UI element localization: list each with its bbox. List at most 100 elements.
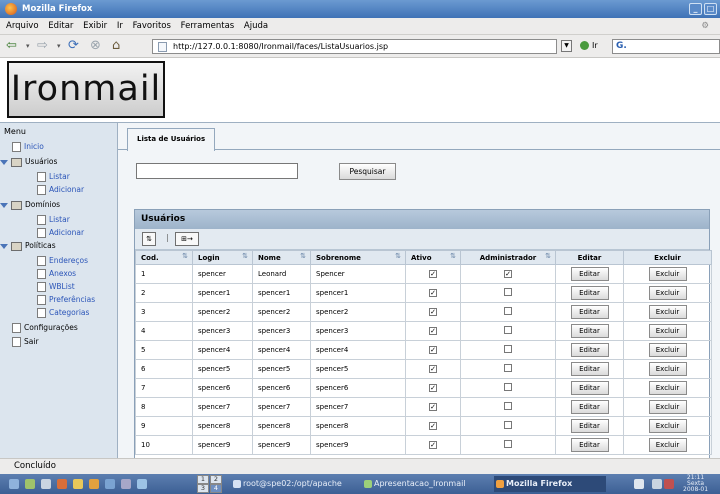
col-sobrenome[interactable]: Sobrenome ⇅ bbox=[310, 250, 406, 265]
back-icon[interactable]: ⇦ bbox=[6, 38, 17, 54]
reload-icon[interactable]: ⟳ bbox=[68, 38, 79, 54]
edit-button[interactable]: Editar bbox=[570, 362, 609, 376]
search-input[interactable] bbox=[136, 163, 298, 179]
checkbox[interactable]: ✓ bbox=[429, 346, 437, 354]
delete-button[interactable]: Excluir bbox=[648, 343, 687, 357]
tray-icon[interactable] bbox=[634, 479, 644, 489]
checkbox[interactable]: ✓ bbox=[429, 289, 437, 297]
edit-button[interactable]: Editar bbox=[570, 324, 609, 338]
col-login[interactable]: Login ⇅ bbox=[192, 250, 253, 265]
sort-icon[interactable]: ⇅ bbox=[142, 232, 156, 246]
browser-icon[interactable] bbox=[73, 479, 83, 489]
back-dropdown-icon[interactable]: ▾ bbox=[26, 38, 30, 54]
delete-button[interactable]: Excluir bbox=[648, 419, 687, 433]
sort-arrow-icon[interactable]: ⇅ bbox=[300, 252, 306, 260]
sidebar-item-listar[interactable]: Listar bbox=[37, 215, 70, 225]
checkbox[interactable]: ✓ bbox=[429, 441, 437, 449]
edit-button[interactable]: Editar bbox=[570, 400, 609, 414]
forward-dropdown-icon[interactable]: ▾ bbox=[57, 38, 61, 54]
sidebar-item-usuarios[interactable]: Usuários bbox=[0, 157, 57, 167]
edit-button[interactable]: Editar bbox=[570, 438, 609, 452]
checkbox[interactable]: ✓ bbox=[429, 327, 437, 335]
sidebar-item-adicionar[interactable]: Adicionar bbox=[37, 185, 84, 195]
col-nome[interactable]: Nome ⇅ bbox=[252, 250, 311, 265]
terminal-icon[interactable] bbox=[41, 479, 51, 489]
search-button[interactable]: Pesquisar bbox=[339, 163, 396, 180]
sort-arrow-icon[interactable]: ⇅ bbox=[182, 252, 188, 260]
delete-button[interactable]: Excluir bbox=[648, 305, 687, 319]
checkbox[interactable]: ✓ bbox=[504, 270, 512, 278]
workspace-4[interactable]: 4 bbox=[210, 484, 222, 493]
sidebar-item-wblist[interactable]: WBList bbox=[37, 282, 75, 292]
sort-arrow-icon[interactable]: ⇅ bbox=[395, 252, 401, 260]
checkbox[interactable]: ✓ bbox=[429, 365, 437, 373]
checkbox[interactable] bbox=[504, 383, 512, 391]
sidebar-item-anexos[interactable]: Anexos bbox=[37, 269, 76, 279]
col-administrador[interactable]: Administrador ⇅ bbox=[460, 250, 556, 265]
menu-editar[interactable]: Editar bbox=[48, 21, 73, 31]
tray-icon[interactable] bbox=[664, 479, 674, 489]
start-menu-icon[interactable] bbox=[9, 479, 19, 489]
edit-button[interactable]: Editar bbox=[570, 343, 609, 357]
search-box[interactable]: G. bbox=[612, 39, 720, 54]
launcher-icon[interactable] bbox=[25, 479, 35, 489]
edit-button[interactable]: Editar bbox=[570, 305, 609, 319]
sort-arrow-icon[interactable]: ⇅ bbox=[242, 252, 248, 260]
expand-arrow-icon[interactable] bbox=[0, 243, 8, 249]
url-bar[interactable]: http://127.0.0.1:8080/Ironmail/faces/Lis… bbox=[152, 39, 557, 54]
editor-icon[interactable] bbox=[121, 479, 131, 489]
checkbox[interactable]: ✓ bbox=[429, 422, 437, 430]
sidebar-item-inicio[interactable]: Inicio bbox=[12, 142, 44, 152]
clock[interactable]: 21:11 Sexta 2008-01 bbox=[683, 475, 708, 493]
edit-button[interactable]: Editar bbox=[570, 286, 609, 300]
edit-button[interactable]: Editar bbox=[570, 267, 609, 281]
sidebar-item-sair[interactable]: Sair bbox=[12, 337, 39, 347]
task-presentation[interactable]: Apresentacao_Ironmail bbox=[362, 476, 488, 492]
expand-arrow-icon[interactable] bbox=[0, 159, 8, 165]
delete-button[interactable]: Excluir bbox=[648, 362, 687, 376]
menu-favoritos[interactable]: Favoritos bbox=[133, 21, 171, 31]
tab-lista-usuarios[interactable]: Lista de Usuários bbox=[127, 128, 216, 151]
sidebar-item-dominios[interactable]: Domínios bbox=[0, 200, 60, 210]
mail-icon[interactable] bbox=[89, 479, 99, 489]
home-icon[interactable]: ⌂ bbox=[112, 38, 120, 54]
menu-exibir[interactable]: Exibir bbox=[83, 21, 107, 31]
minimize-button[interactable]: _ bbox=[689, 3, 702, 15]
checkbox[interactable]: ✓ bbox=[429, 308, 437, 316]
menu-arquivo[interactable]: Arquivo bbox=[6, 21, 39, 31]
checkbox[interactable]: ✓ bbox=[429, 403, 437, 411]
delete-button[interactable]: Excluir bbox=[648, 438, 687, 452]
maximize-button[interactable]: □ bbox=[704, 3, 717, 15]
tray-icon[interactable] bbox=[652, 479, 662, 489]
checkbox[interactable]: ✓ bbox=[429, 270, 437, 278]
checkbox[interactable] bbox=[504, 402, 512, 410]
checkbox[interactable] bbox=[504, 326, 512, 334]
workspace-2[interactable]: 2 bbox=[210, 475, 222, 484]
app-icon[interactable] bbox=[57, 479, 67, 489]
expand-arrow-icon[interactable] bbox=[0, 202, 8, 208]
sidebar-item-configuracoes[interactable]: Configurações bbox=[12, 323, 78, 333]
menu-ir[interactable]: Ir bbox=[117, 21, 123, 31]
col-ativo[interactable]: Ativo ⇅ bbox=[405, 250, 461, 265]
desktop-icon[interactable] bbox=[137, 479, 147, 489]
menu-ajuda[interactable]: Ajuda bbox=[244, 21, 268, 31]
col-cod[interactable]: Cod. ⇅ bbox=[135, 250, 193, 265]
export-icon[interactable]: ⊞→ bbox=[175, 232, 199, 246]
files-icon[interactable] bbox=[105, 479, 115, 489]
sidebar-item-adicionar[interactable]: Adicionar bbox=[37, 228, 84, 238]
forward-icon[interactable]: ⇨ bbox=[37, 38, 48, 54]
checkbox[interactable] bbox=[504, 421, 512, 429]
url-dropdown-button[interactable]: ▼ bbox=[561, 40, 572, 52]
checkbox[interactable]: ✓ bbox=[429, 384, 437, 392]
edit-button[interactable]: Editar bbox=[570, 419, 609, 433]
checkbox[interactable] bbox=[504, 288, 512, 296]
delete-button[interactable]: Excluir bbox=[648, 267, 687, 281]
sort-arrow-icon[interactable]: ⇅ bbox=[450, 252, 456, 260]
workspace-1[interactable]: 1 bbox=[197, 475, 209, 484]
checkbox[interactable] bbox=[504, 440, 512, 448]
task-terminal[interactable]: root@spe02:/opt/apache bbox=[231, 476, 357, 492]
sidebar-item-categorias[interactable]: Categorias bbox=[37, 308, 89, 318]
sidebar-item-enderecos[interactable]: Endereços bbox=[37, 256, 88, 266]
delete-button[interactable]: Excluir bbox=[648, 400, 687, 414]
menu-ferramentas[interactable]: Ferramentas bbox=[181, 21, 235, 31]
